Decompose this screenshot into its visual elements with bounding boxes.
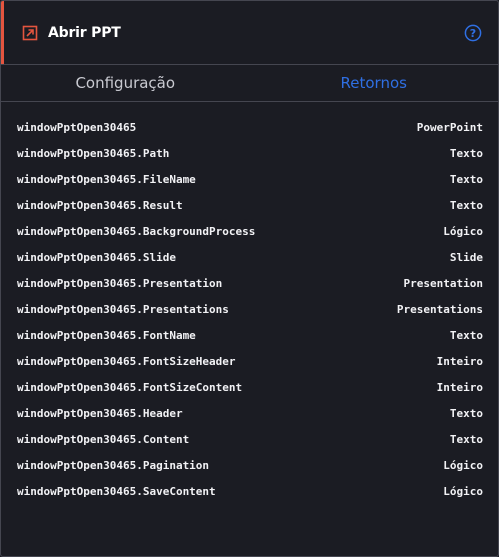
tab-configuracao[interactable]: Configuração xyxy=(1,65,250,101)
list-item: windowPptOpen30465.Content Texto xyxy=(1,426,498,452)
return-name: windowPptOpen30465.Pagination xyxy=(17,458,210,472)
return-type: PowerPoint xyxy=(416,120,483,134)
list-item: windowPptOpen30465.FileName Texto xyxy=(1,166,498,192)
return-name: windowPptOpen30465.Content xyxy=(17,432,190,446)
return-type: Inteiro xyxy=(436,380,483,394)
return-type: Lógico xyxy=(443,224,483,238)
list-item: windowPptOpen30465.FontSizeHeader Inteir… xyxy=(1,348,498,374)
return-type: Lógico xyxy=(443,458,483,472)
list-item: windowPptOpen30465.BackgroundProcess Lóg… xyxy=(1,218,498,244)
list-item: windowPptOpen30465.Result Texto xyxy=(1,192,498,218)
return-type: Texto xyxy=(449,172,483,186)
return-type: Inteiro xyxy=(436,354,483,368)
return-type: Texto xyxy=(449,328,483,342)
return-name: windowPptOpen30465 xyxy=(17,120,137,134)
list-item: windowPptOpen30465.SaveContent Lógico xyxy=(1,478,498,504)
list-item: windowPptOpen30465.Path Texto xyxy=(1,140,498,166)
return-name: windowPptOpen30465.BackgroundProcess xyxy=(17,224,256,238)
returns-list: windowPptOpen30465 PowerPoint windowPptO… xyxy=(1,102,498,504)
return-name: windowPptOpen30465.Presentation xyxy=(17,276,223,290)
list-item: windowPptOpen30465.Presentation Presenta… xyxy=(1,270,498,296)
svg-text:?: ? xyxy=(470,27,476,40)
tab-retornos[interactable]: Retornos xyxy=(250,65,499,101)
return-type: Texto xyxy=(449,432,483,446)
return-name: windowPptOpen30465.Slide xyxy=(17,250,176,264)
return-name: windowPptOpen30465.FontName xyxy=(17,328,196,342)
return-name: windowPptOpen30465.Header xyxy=(17,406,183,420)
panel-header: Abrir PPT ? xyxy=(1,1,498,65)
open-external-icon xyxy=(22,25,38,41)
return-type: Texto xyxy=(449,406,483,420)
help-circle-icon[interactable]: ? xyxy=(464,24,482,42)
return-type: Presentation xyxy=(403,276,483,290)
return-name: windowPptOpen30465.FileName xyxy=(17,172,196,186)
returns-panel: Abrir PPT ? Configuração Retornos window… xyxy=(0,0,499,557)
panel-title: Abrir PPT xyxy=(48,24,121,41)
return-name: windowPptOpen30465.FontSizeHeader xyxy=(17,354,236,368)
list-item: windowPptOpen30465.Header Texto xyxy=(1,400,498,426)
tab-bar: Configuração Retornos xyxy=(1,65,498,102)
list-item: windowPptOpen30465.FontName Texto xyxy=(1,322,498,348)
list-item: windowPptOpen30465.Pagination Lógico xyxy=(1,452,498,478)
return-type: Texto xyxy=(449,146,483,160)
return-name: windowPptOpen30465.FontSizeContent xyxy=(17,380,243,394)
return-name: windowPptOpen30465.SaveContent xyxy=(17,484,216,498)
return-type: Texto xyxy=(449,198,483,212)
list-item: windowPptOpen30465 PowerPoint xyxy=(1,114,498,140)
list-item: windowPptOpen30465.Presentations Present… xyxy=(1,296,498,322)
return-name: windowPptOpen30465.Presentations xyxy=(17,302,229,316)
return-type: Presentations xyxy=(396,302,483,316)
return-type: Slide xyxy=(449,250,483,264)
return-type: Lógico xyxy=(443,484,483,498)
list-item: windowPptOpen30465.FontSizeContent Intei… xyxy=(1,374,498,400)
list-item: windowPptOpen30465.Slide Slide xyxy=(1,244,498,270)
return-name: windowPptOpen30465.Path xyxy=(17,146,170,160)
return-name: windowPptOpen30465.Result xyxy=(17,198,183,212)
